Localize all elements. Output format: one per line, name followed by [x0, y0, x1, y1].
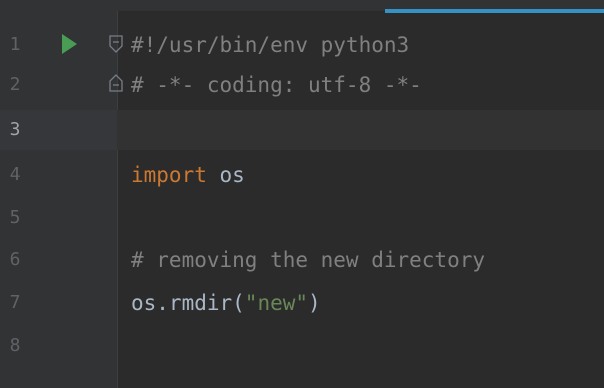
code-line-4[interactable]: 4 import os — [0, 155, 604, 195]
line-number: 6 — [9, 249, 21, 270]
line-number: 4 — [9, 164, 21, 185]
identifier-token: os — [206, 163, 245, 187]
run-icon[interactable] — [62, 34, 77, 54]
line-number: 2 — [9, 74, 21, 95]
line-number: 5 — [9, 207, 21, 228]
fold-start-icon[interactable] — [109, 35, 123, 53]
line-number: 7 — [9, 292, 21, 313]
code-line-6[interactable]: 6 # removing the new directory — [0, 240, 604, 280]
line-number: 1 — [9, 34, 21, 55]
code-text: import os — [131, 160, 245, 190]
code-text: os.rmdir("new") — [131, 288, 321, 318]
paren-token: ) — [308, 291, 321, 315]
call-token: os.rmdir( — [131, 291, 245, 315]
string-token: "new" — [244, 291, 309, 315]
code-text: # -*- coding: utf-8 -*- — [131, 73, 422, 97]
code-text: # removing the new directory — [131, 248, 486, 272]
code-editor[interactable]: 1 #!/usr/bin/env python3 2 # -*- coding:… — [0, 0, 604, 388]
keyword-token: import — [131, 163, 207, 187]
code-line-3[interactable]: 3 — [0, 110, 604, 150]
line-number: 3 — [9, 119, 21, 140]
code-line-1[interactable]: 1 #!/usr/bin/env python3 — [0, 25, 604, 65]
code-line-7[interactable]: 7 os.rmdir("new") — [0, 283, 604, 323]
code-line-8[interactable]: 8 — [0, 326, 604, 366]
code-line-2[interactable]: 2 # -*- coding: utf-8 -*- — [0, 65, 604, 105]
code-line-5[interactable]: 5 — [0, 198, 604, 238]
fold-end-icon[interactable] — [109, 74, 123, 92]
code-text: #!/usr/bin/env python3 — [131, 33, 410, 57]
line-number: 8 — [9, 335, 21, 356]
active-tab-indicator — [385, 9, 604, 13]
